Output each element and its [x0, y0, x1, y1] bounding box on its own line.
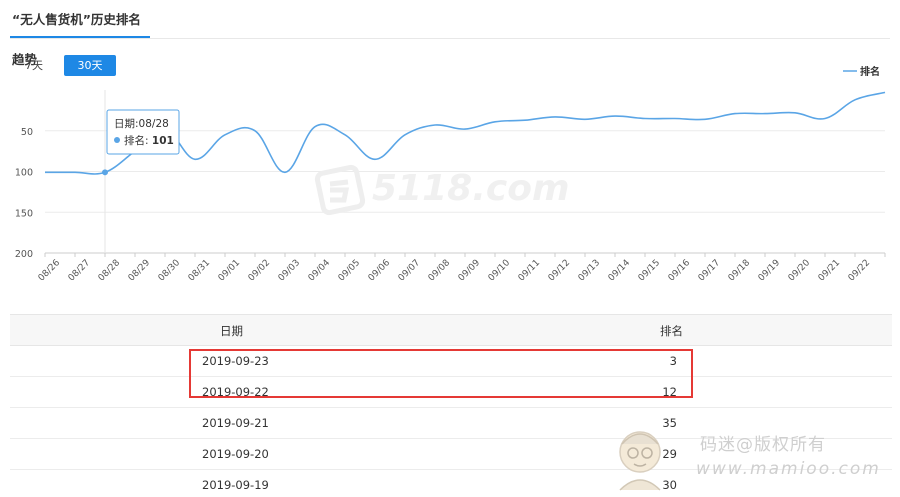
y-tick-label: 100: [15, 168, 33, 179]
table-header: 日期 排名: [10, 314, 892, 346]
legend-label[interactable]: 排名: [860, 65, 880, 78]
x-tick-label: 09/12: [547, 258, 572, 283]
x-tick-label: 08/27: [67, 258, 92, 283]
x-tick-label: 09/02: [247, 258, 272, 283]
x-tick-label: 09/14: [607, 258, 633, 284]
column-header-date[interactable]: 日期: [220, 315, 243, 347]
row-date: 2019-09-20: [202, 447, 269, 461]
tooltip-date: 日期:08/28: [114, 118, 169, 130]
x-tick-label: 08/30: [157, 258, 183, 284]
x-tick-label: 09/08: [427, 258, 453, 284]
x-tick-label: 09/05: [337, 258, 362, 283]
x-tick-label: 09/03: [277, 258, 302, 283]
row-date: 2019-09-19: [202, 478, 269, 492]
x-tick-label: 09/10: [487, 258, 513, 284]
x-tick-label: 09/18: [727, 258, 753, 284]
highlighted-data-point[interactable]: [102, 169, 108, 176]
x-tick-label: 09/07: [397, 258, 422, 283]
x-tick-label: 09/11: [517, 258, 542, 283]
y-tick-label: 50: [21, 127, 33, 138]
x-tick-label: 08/31: [187, 258, 212, 283]
y-tick-label: 150: [15, 208, 33, 219]
watermark-copyright-text: 码迷@版权所有: [700, 435, 826, 455]
watermark-avatar-icon: [619, 431, 661, 491]
watermark-url-text: www.mamioo.com: [696, 459, 881, 479]
x-tick-label: 09/09: [457, 258, 483, 284]
x-tick-label: 08/28: [97, 258, 123, 284]
column-header-rank[interactable]: 排名: [660, 315, 683, 347]
x-tick-label: 09/20: [787, 258, 813, 284]
rank-trend-chart: 5118.com 50 100 150 200 08/26 08/27 08/28 08/29…: [15, 65, 886, 284]
x-tick-label: 08/29: [127, 258, 153, 284]
x-tick-label: 09/04: [307, 258, 333, 284]
tooltip-rank: 排名: 101: [124, 134, 174, 147]
annotation-highlight-box: [189, 349, 693, 398]
row-date: 2019-09-21: [202, 416, 269, 430]
x-tick-label: 09/22: [847, 258, 872, 283]
x-tick-label: 09/01: [217, 258, 242, 283]
x-tick-label: 08/26: [37, 258, 63, 284]
x-tick-label: 09/17: [697, 258, 722, 283]
chart-watermark-text: 5118.com: [372, 168, 569, 209]
tooltip-box: [106, 109, 180, 155]
y-tick-label: 200: [15, 249, 33, 260]
tooltip-series-dot-icon: [114, 137, 120, 143]
x-tick-label: 09/19: [757, 258, 783, 284]
x-tick-label: 09/21: [817, 258, 842, 283]
x-tick-label: 09/16: [667, 258, 693, 284]
x-tick-label: 09/06: [367, 258, 393, 284]
x-tick-label: 09/15: [637, 258, 662, 283]
x-tick-label: 09/13: [577, 258, 602, 283]
5118-watermark-logo-icon: [314, 164, 366, 216]
